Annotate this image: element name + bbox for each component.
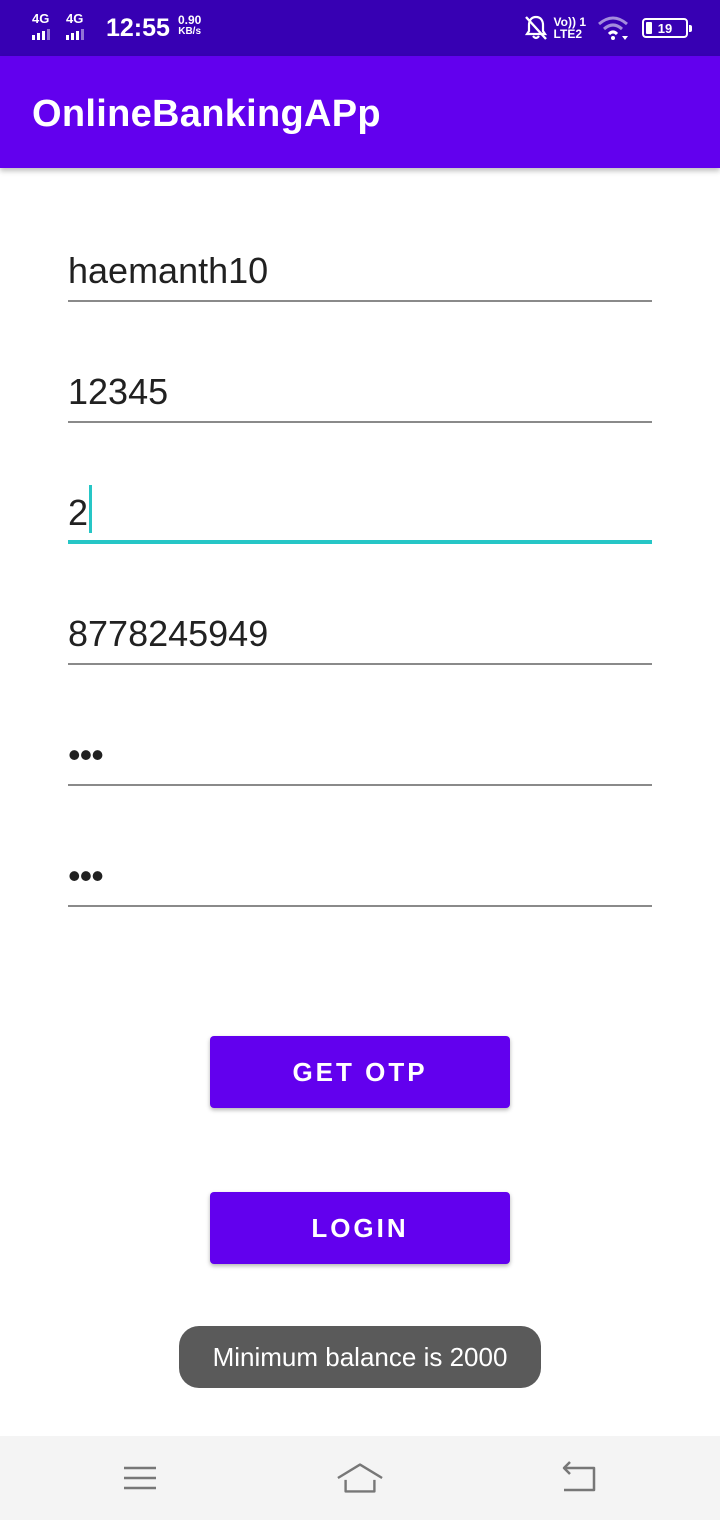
confirm-password-field[interactable]: •••: [68, 845, 652, 907]
status-left: 4G 4G 12:55 0.90 KB/s: [32, 12, 201, 41]
status-bar: 4G 4G 12:55 0.90 KB/s Vo)) 1 LTE2 19: [0, 0, 720, 56]
account-number-field[interactable]: 12345: [68, 361, 652, 423]
sim2-network-label: 4G: [66, 11, 84, 26]
network-speed: 0.90 KB/s: [177, 13, 202, 37]
get-otp-button[interactable]: GET OTP: [210, 1036, 510, 1108]
volte-bottom-label: LTE2: [553, 27, 582, 41]
sim1-signal-icon: 4G: [32, 12, 58, 40]
wifi-icon: [598, 16, 628, 40]
menu-icon: [124, 1466, 156, 1490]
network-speed-value: 0.90: [177, 13, 202, 27]
amount-value-wrap: 2: [68, 485, 93, 534]
status-right: Vo)) 1 LTE2 19: [524, 12, 692, 44]
password-value: •••: [68, 734, 104, 775]
sim1-network-label: 4G: [32, 11, 50, 26]
toast-message: Minimum balance is 2000: [179, 1326, 541, 1388]
phone-number-value: 8778245949: [68, 613, 269, 654]
home-button[interactable]: [336, 1454, 384, 1502]
volte-indicator: Vo)) 1 LTE2: [554, 16, 586, 40]
login-button[interactable]: LOGIN: [210, 1192, 510, 1264]
app-bar: OnlineBankingAPp: [0, 56, 720, 168]
sim2-signal-icon: 4G: [66, 12, 92, 40]
back-button[interactable]: [554, 1454, 602, 1502]
phone-number-field[interactable]: 8778245949: [68, 603, 652, 665]
back-icon: [562, 1461, 596, 1492]
notifications-off-icon: [524, 15, 547, 40]
username-value: haemanth10: [68, 250, 269, 291]
app-title: OnlineBankingAPp: [32, 93, 381, 135]
account-number-value: 12345: [68, 371, 169, 412]
password-field[interactable]: •••: [68, 724, 652, 786]
text-cursor: [89, 485, 93, 533]
menu-button[interactable]: [116, 1454, 164, 1502]
battery-level: 19: [657, 20, 673, 36]
amount-field[interactable]: 2: [68, 482, 652, 544]
confirm-password-value: •••: [68, 855, 104, 896]
network-speed-unit: KB/s: [178, 26, 202, 37]
username-field[interactable]: haemanth10: [68, 240, 652, 302]
home-icon: [337, 1463, 383, 1493]
status-clock: 12:55: [106, 14, 170, 42]
amount-value: 2: [68, 492, 89, 533]
system-nav-bar: [0, 1436, 720, 1520]
battery-icon: 19: [642, 18, 692, 38]
